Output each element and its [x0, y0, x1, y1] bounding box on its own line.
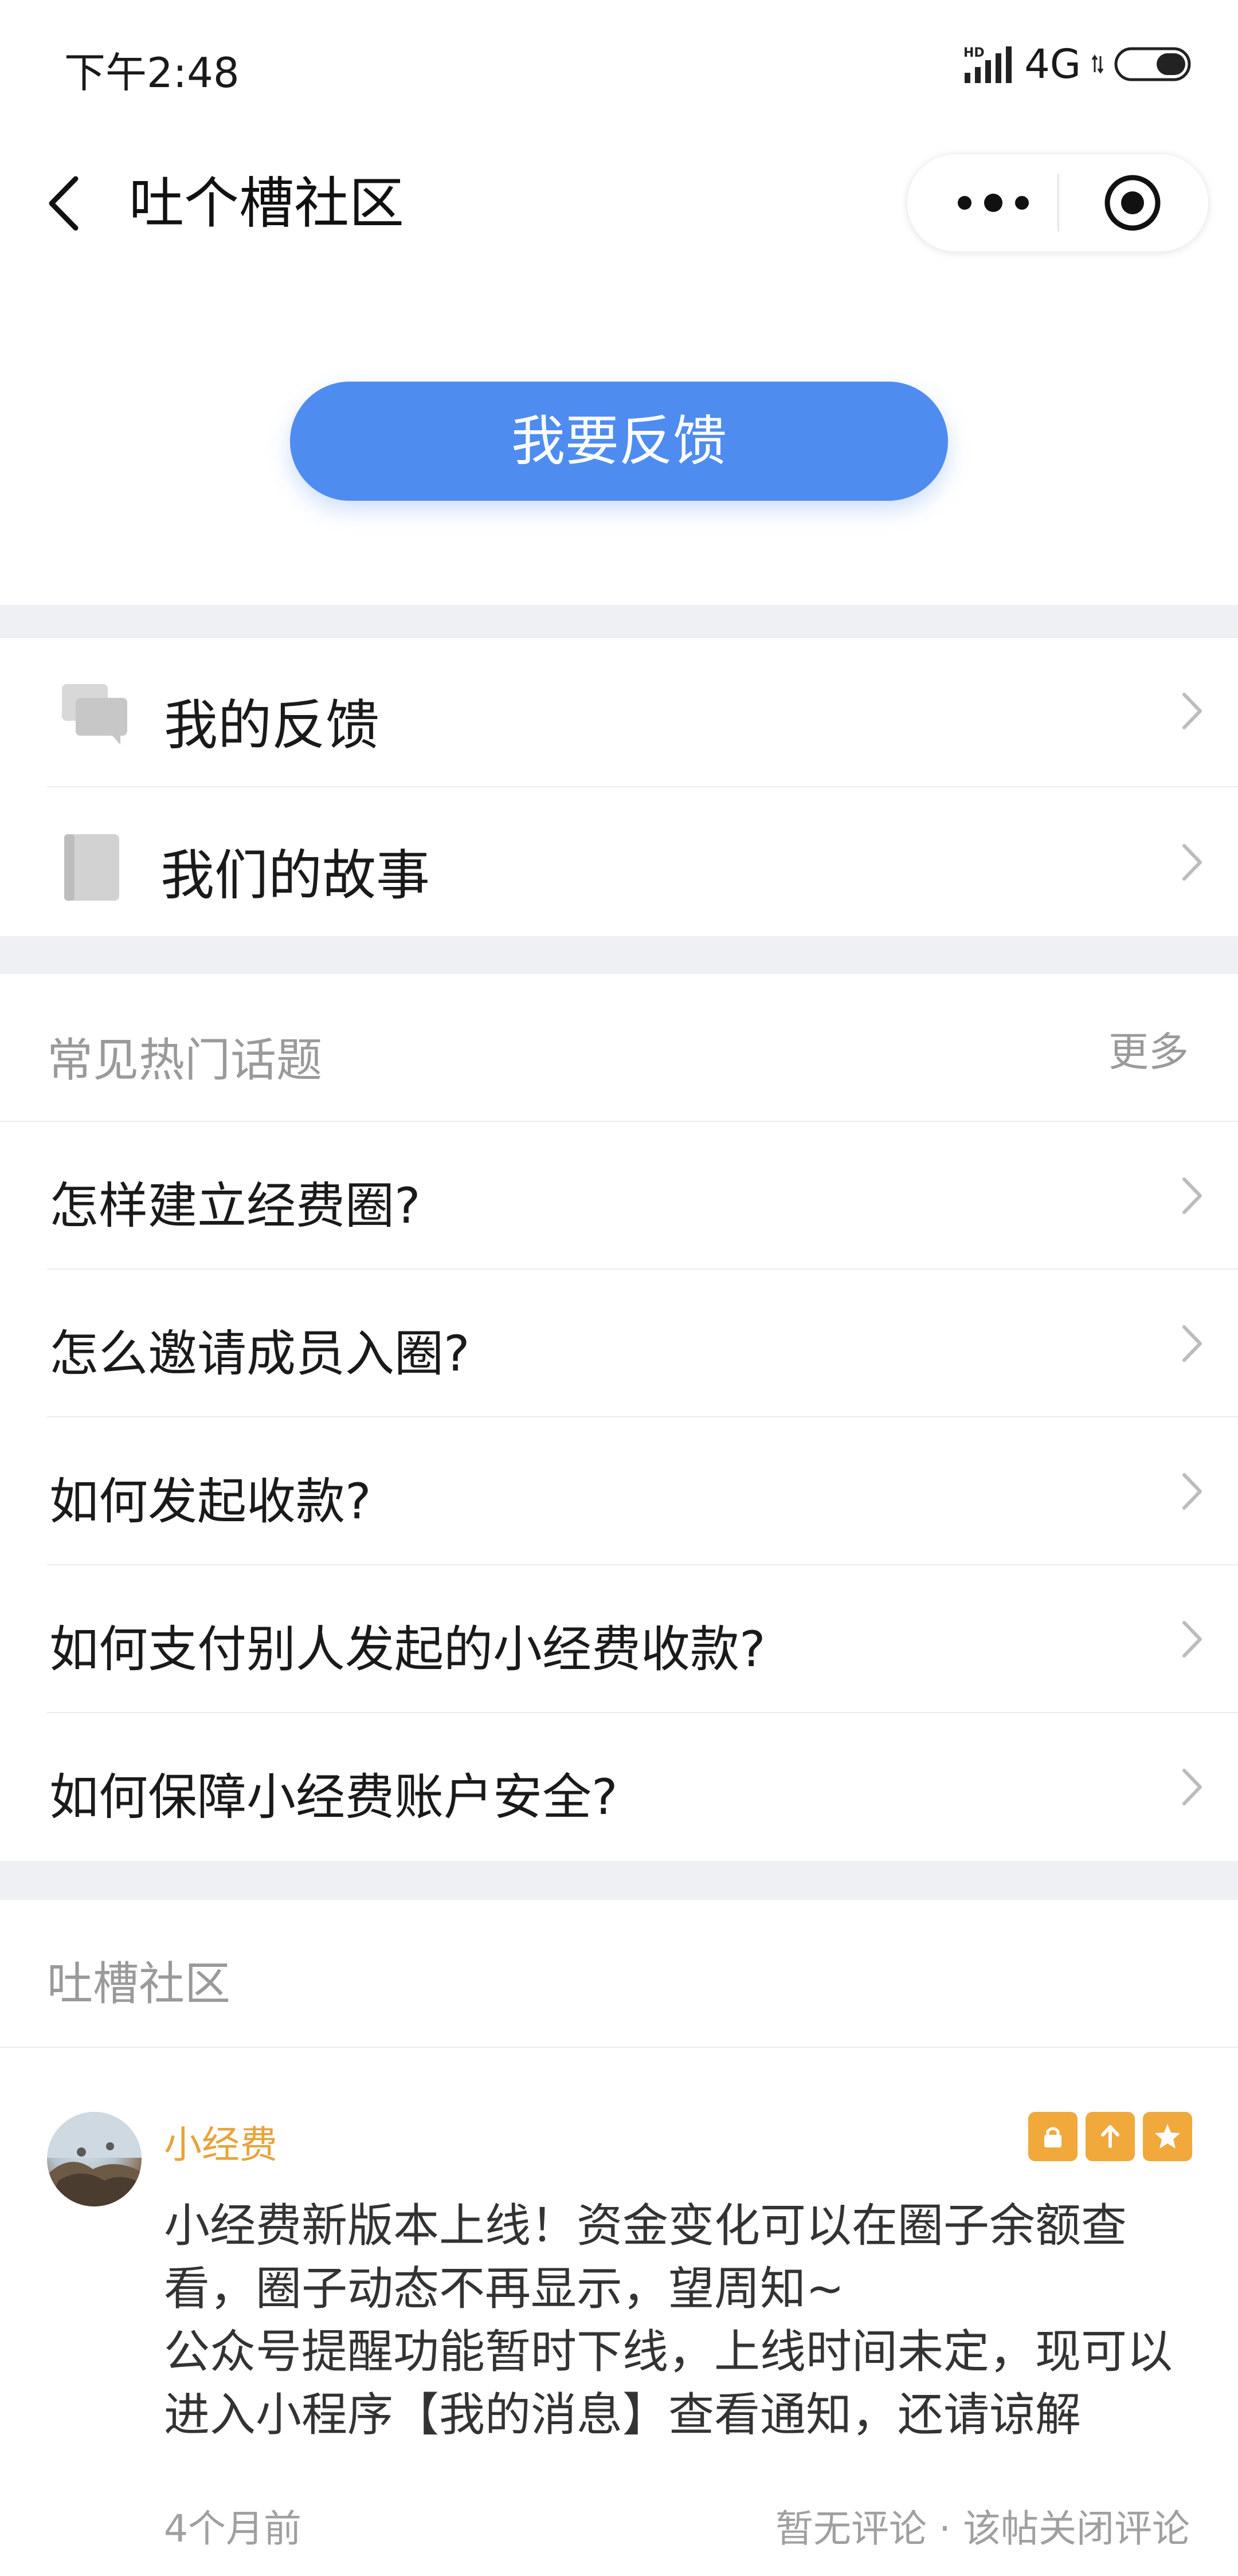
page-title: 吐个槽社区: [129, 171, 404, 235]
faq-more-link[interactable]: 更多: [1108, 1020, 1189, 1078]
avatar[interactable]: [47, 2112, 142, 2206]
faq-topic-text: 怎样建立经费圈?: [49, 1177, 421, 1235]
faq-topic-text: 如何支付别人发起的小经费收款?: [49, 1621, 766, 1678]
menu-item-our-story[interactable]: 我们的故事: [0, 787, 1238, 936]
menu-label-my-feedback: 我的反馈: [164, 694, 380, 757]
battery-icon: [1114, 47, 1191, 81]
section-gap: [0, 1861, 1238, 1900]
svg-text:HD: HD: [963, 46, 985, 60]
capsule-divider: [1057, 174, 1059, 231]
data-arrows-icon: [1091, 54, 1104, 74]
post-line: 进入小程序【我的消息】查看通知，还请谅解: [164, 2388, 1081, 2441]
chevron-right-icon: [1182, 1177, 1202, 1214]
faq-topic-text: 怎么邀请成员入圈?: [49, 1325, 470, 1383]
star-icon: [1143, 2112, 1192, 2161]
faq-topic-item[interactable]: 如何保障小经费账户安全?: [0, 1713, 1238, 1860]
faq-topic-item[interactable]: 怎么邀请成员入圈?: [0, 1270, 1238, 1416]
faq-topic-item[interactable]: 怎样建立经费圈?: [0, 1122, 1238, 1269]
lock-icon: [1028, 2112, 1078, 2161]
feedback-button[interactable]: 我要反馈: [290, 382, 948, 501]
signal-icon: HD: [963, 46, 1012, 83]
faq-topic-text: 如何发起收款?: [49, 1473, 371, 1530]
avatar-photo: [47, 2112, 142, 2206]
pin-top-icon: [1086, 2112, 1135, 2161]
menu-label-our-story: 我们的故事: [160, 845, 430, 907]
post-line: 小经费新版本上线！资金变化可以在圈子余额查: [164, 2199, 1127, 2252]
divider: [0, 2047, 1238, 2048]
post-line: 看，圈子动态不再显示，望周知~: [164, 2262, 845, 2315]
network-type: 4G: [1024, 41, 1081, 88]
chevron-right-icon: [1182, 1621, 1202, 1658]
faq-topic-text: 如何保障小经费账户安全?: [49, 1769, 618, 1826]
book-icon: [64, 834, 119, 901]
post-comment-status: 暂无评论 · 该帖关闭评论: [775, 2507, 1190, 2551]
mini-program-capsule: [907, 154, 1209, 252]
community-section-title: 吐槽社区: [47, 1957, 230, 2010]
faq-topic-item[interactable]: 如何支付别人发起的小经费收款?: [0, 1565, 1238, 1712]
close-target-icon[interactable]: [1102, 172, 1163, 233]
chevron-right-icon: [1182, 1769, 1202, 1805]
status-time: 下午2:48: [64, 49, 240, 97]
menu-item-my-feedback[interactable]: 我的反馈: [0, 638, 1238, 787]
post-author[interactable]: 小经费: [164, 2114, 277, 2169]
post-content: 小经费新版本上线！资金变化可以在圈子余额查 看，圈子动态不再显示，望周知~ 公众…: [164, 2194, 1196, 2447]
faq-section-title: 常见热门话题: [47, 1034, 322, 1087]
more-options-icon[interactable]: [947, 183, 1039, 223]
post-line: 公众号提醒功能暂时下线，上线时间未定，现可以: [164, 2325, 1173, 2378]
chevron-right-icon: [1182, 844, 1202, 881]
back-arrow-icon[interactable]: [40, 172, 97, 235]
faq-topic-item[interactable]: 如何发起收款?: [0, 1417, 1238, 1564]
post-badges: [1028, 2112, 1192, 2161]
chevron-right-icon: [1182, 1473, 1202, 1510]
section-gap: [0, 605, 1238, 638]
post-timestamp: 4个月前: [164, 2507, 301, 2551]
chevron-right-icon: [1182, 693, 1202, 729]
chevron-right-icon: [1182, 1325, 1202, 1362]
status-icons: HD 4G: [962, 37, 1194, 92]
chat-bubbles-icon: [62, 684, 127, 745]
section-gap: [0, 936, 1238, 974]
